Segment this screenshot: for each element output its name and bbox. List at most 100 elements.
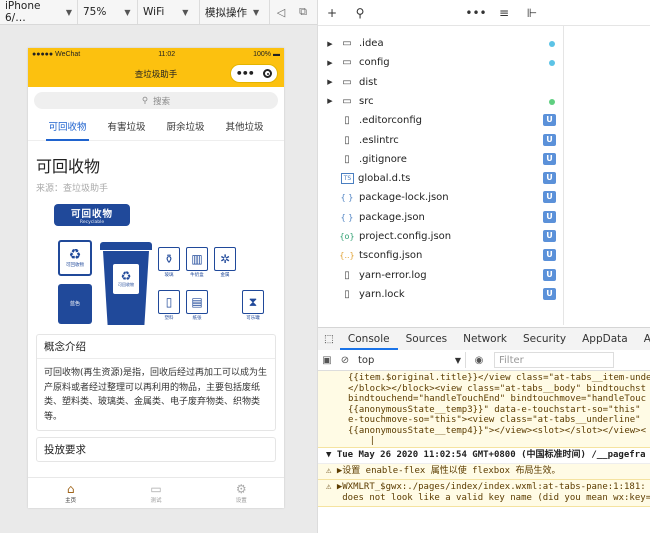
file-row[interactable]: ▶ ▭ src [318, 92, 563, 111]
file-row[interactable]: ▶ ▭ config [318, 53, 563, 72]
tab-recyclable[interactable]: 可回收物 [46, 114, 89, 141]
log-code-snippet: {{item.$original.title}}</view class="at… [318, 371, 650, 448]
chevron-right-icon[interactable]: ▶ [324, 97, 336, 105]
file-row[interactable]: { } package-lock.json U [318, 188, 563, 207]
tab-kitchen[interactable]: 厨余垃圾 [164, 114, 206, 138]
tabbar-home[interactable]: ⌂ 主页 [41, 481, 101, 504]
chevron-down-icon: ▼ [253, 7, 260, 17]
sidebar-toggle-icon[interactable]: ▣ [318, 355, 336, 366]
chevron-right-icon[interactable]: ▶ [324, 78, 336, 86]
recycle-symbol-icon: ♻ 可回收物 [58, 240, 92, 276]
tab-security[interactable]: Security [515, 328, 574, 350]
speaker-icon[interactable]: ◁ [270, 6, 292, 19]
untracked-badge: U [543, 191, 556, 204]
file-row[interactable]: {..} tsconfig.json U [318, 246, 563, 265]
tab-sources[interactable]: Sources [398, 328, 456, 350]
chevron-down-icon: ▼ [65, 7, 72, 17]
file-name: dist [359, 76, 378, 88]
tab-console[interactable]: Console [339, 328, 398, 350]
more-icon[interactable]: ••• [462, 6, 490, 20]
file-tree: ▶ ▭ .idea ▶ ▭ config ▶ ▭ dist ▶ ▭ src ▯ .editorconfig… [318, 26, 650, 326]
search-input[interactable]: ⚲ 搜索 [34, 92, 278, 109]
file-name: yarn.lock [359, 288, 405, 300]
untracked-badge: U [543, 230, 556, 242]
file-name: package.json [359, 211, 425, 223]
home-icon: ⌂ [66, 481, 75, 496]
close-target-icon[interactable] [263, 69, 273, 78]
chevron-down-icon: ▼ [124, 7, 131, 17]
file-row[interactable]: ▯ .editorconfig U [318, 111, 563, 130]
file-row[interactable]: ▶ ▭ .idea [318, 34, 563, 53]
status-bar: ●●●●● WeChat 11:02 100% ▬ [28, 48, 284, 60]
config-file-icon: {o} [339, 232, 355, 241]
collapse-icon[interactable]: ≡ [490, 6, 518, 20]
file-icon: ▯ [344, 269, 350, 281]
eye-icon[interactable]: ◉ [470, 355, 488, 366]
search-icon: ⚲ [141, 95, 149, 106]
file-row[interactable]: TS global.d.ts U [318, 169, 563, 188]
nav-bar: 查垃圾助手 ••• [28, 60, 284, 87]
tabbar-test[interactable]: ▭ 测试 [126, 481, 186, 504]
file-name: config [359, 57, 390, 69]
untracked-badge: U [543, 287, 556, 300]
console-toolbar: ▣ ⊘ top ▼ ◉ Filter [318, 350, 650, 371]
json-file-icon: { } [340, 212, 354, 222]
untracked-badge: U [543, 133, 556, 146]
wallet-icon: ▭ [150, 481, 162, 496]
file-name: package-lock.json [359, 192, 449, 204]
concept-card: 概念介绍 可回收物(再生资源)是指，回收后经过再加工可以成为生产原料或者经过整理… [36, 334, 276, 431]
typescript-file-icon: TS [341, 173, 354, 185]
tabbar-settings[interactable]: ⚙ 设置 [211, 482, 271, 504]
tsconfig-file-icon: {..} [339, 251, 355, 261]
file-name: tsconfig.json [359, 250, 423, 262]
nav-title: 查垃圾助手 [134, 69, 178, 80]
untracked-badge: U [543, 172, 556, 185]
file-icon: ▯ [344, 134, 350, 146]
devtools-tabs: ⬚ Console Sources Network Security AppDa… [318, 327, 650, 351]
log-timestamp[interactable]: ▼ Tue May 26 2020 11:02:54 GMT+0800 (中国标… [318, 448, 650, 464]
search-icon[interactable]: ⚲ [346, 6, 374, 20]
log-warning[interactable]: ⚠ ▶WXMLRT_$gwx:./pages/index/index.wxml:… [318, 480, 650, 507]
disposal-title: 投放要求 [44, 444, 86, 456]
tab-hazardous[interactable]: 有害垃圾 [105, 114, 147, 138]
untracked-badge: U [543, 152, 556, 165]
recyclable-item-grid: ⚱ 玻璃 ▥ 牛奶盒 ✲ 金属 ▯ 塑料 ▤ 纸张 ⧗ 可乐罐 [156, 242, 266, 326]
split-icon[interactable]: ⊩ [518, 6, 546, 20]
add-icon[interactable]: + [318, 6, 346, 20]
more-icon[interactable]: ••• [236, 68, 255, 79]
tab-appdata[interactable]: AppData [574, 328, 636, 350]
operation-select[interactable]: 模拟操作 ▼ [200, 0, 270, 24]
file-icon: ▯ [344, 288, 350, 300]
network-select[interactable]: WiFi ▼ [138, 0, 200, 24]
recyclable-illustration: 可回收物 Recyclable ♻ 可回收物 蓝色 ♻ 可回收物 ⚱ 玻璃 ▥ … [36, 200, 276, 328]
zoom-select[interactable]: 75% ▼ [78, 0, 138, 24]
chevron-right-icon[interactable]: ▶ [324, 40, 336, 48]
inspect-icon[interactable]: ⬚ [318, 328, 340, 350]
file-row[interactable]: {o} project.config.json U [318, 227, 563, 246]
clear-console-icon[interactable]: ⊘ [336, 355, 354, 366]
tab-other[interactable]: 其他垃圾 [223, 114, 265, 138]
untracked-badge: U [543, 114, 556, 127]
file-row[interactable]: { } package.json U [318, 208, 563, 227]
menu-capsule[interactable]: ••• [230, 64, 278, 83]
log-warning[interactable]: ⚠ ▶设置 enable-flex 属性以使 flexbox 布局生效。 [318, 464, 650, 480]
file-row[interactable]: ▯ yarn.lock U [318, 285, 563, 304]
tab-more[interactable]: A [636, 328, 650, 350]
window-icon[interactable]: ⧉ [292, 5, 314, 19]
metal-icon: ✲ [214, 247, 236, 271]
filter-input[interactable]: Filter [494, 352, 614, 368]
category-tabs: 可回收物 有害垃圾 厨余垃圾 其他垃圾 [28, 112, 284, 141]
file-row[interactable]: ▯ yarn-error.log U [318, 266, 563, 285]
file-icon: ▯ [344, 115, 350, 127]
file-row[interactable]: ▯ .gitignore U [318, 150, 563, 169]
tab-network[interactable]: Network [455, 328, 515, 350]
context-select[interactable]: top ▼ [354, 352, 466, 368]
disposal-card: 投放要求 [36, 437, 276, 462]
file-toolbar: + ⚲ ••• ≡ ⊩ [318, 0, 650, 26]
file-row[interactable]: ▯ .eslintrc U [318, 131, 563, 150]
source-text: 来源：查垃圾助手 [36, 184, 109, 194]
file-row[interactable]: ▶ ▭ dist [318, 73, 563, 92]
device-select[interactable]: iPhone 6/… ▼ [0, 0, 78, 24]
chevron-right-icon[interactable]: ▶ [324, 59, 336, 67]
trash-bin-icon: ♻ 可回收物 [100, 242, 152, 326]
